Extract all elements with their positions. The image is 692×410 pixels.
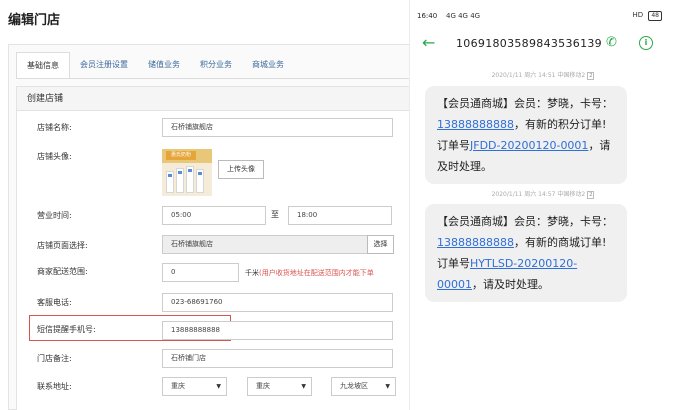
tab-bar: 基础信息 会员注册设置 储值业务 积分业务 商城业务 [16,52,294,79]
province-select[interactable]: 重庆 ▼ [162,377,227,396]
delivery-range-unit: 千米 [245,269,259,277]
province-value: 重庆 [171,382,185,390]
upload-avatar-button[interactable]: 上传头像 [218,160,264,179]
sim-icon: 2 [587,72,595,80]
store-avatar-image: 惠氏奶粉 [162,149,212,196]
district-value: 九龙坡区 [340,382,368,390]
admin-panel: 编辑门店 基础信息 会员注册设置 储值业务 积分业务 商城业务 创建店铺 店铺名… [0,0,410,410]
message-timestamp: 2020/1/11 周六 14:51 中国移动2 2 [410,70,676,80]
store-note-input[interactable]: 石桥铺门店 [162,349,393,368]
phone-screen: 16:40 4G 4G 4G HD 48 ← 10691803589843536… [409,0,675,410]
tab-divider [16,78,410,79]
phone-link[interactable]: 13888888888 [437,236,514,249]
delivery-range-hint: 千米(用户收货地址在配送范围内才能下单 [245,268,374,278]
back-arrow-icon[interactable]: ← [422,34,435,52]
store-avatar-label: 店铺头像: [37,152,72,161]
hours-end-input[interactable]: 18:00 [288,206,392,225]
city-select[interactable]: 重庆 ▼ [247,377,312,396]
signal-icon: 4G 4G 4G [446,12,481,20]
service-phone-label: 客服电话: [37,298,72,307]
battery-icon: 48 [648,11,662,21]
sms-phone-label: 短信提醒手机号: [37,325,96,334]
city-value: 重庆 [256,382,270,390]
hours-start-input[interactable]: 05:00 [162,206,266,225]
chevron-down-icon: ▼ [216,383,221,390]
tab-basic-info[interactable]: 基础信息 [16,52,70,79]
timestamp-text: 2020/1/11 周六 14:57 中国移动2 [491,191,586,198]
tab-stored-value[interactable]: 储值业务 [138,53,190,79]
message-timestamp: 2020/1/11 周六 14:57 中国移动2 2 [410,189,676,199]
chevron-down-icon: ▼ [301,383,306,390]
avatar-tag-text: 惠氏奶粉 [166,151,196,160]
conversation-header: ← 10691803589843536139 ✆ i [410,30,676,58]
timestamp-text: 2020/1/11 周六 14:51 中国移动2 [491,72,586,79]
tab-points[interactable]: 积分业务 [190,53,242,79]
tab-mall[interactable]: 商城业务 [242,53,294,79]
hours-separator: 至 [271,210,279,219]
service-phone-input[interactable]: 023-68691760 [162,293,393,312]
store-name-input[interactable]: 石桥铺旗舰店 [162,118,393,137]
chevron-down-icon: ▼ [385,383,390,390]
info-icon[interactable]: i [639,36,653,50]
order-link[interactable]: JFDD-20200120-0001 [470,139,588,152]
page-select-button[interactable]: 选择 [367,235,394,254]
message-prefix: 【会员通商城】会员：梦晓，卡号： [437,97,613,110]
page-select-input: 石桥铺旗舰店 [162,235,368,254]
message-prefix: 【会员通商城】会员：梦晓，卡号： [437,215,613,228]
business-hours-label: 营业时间: [37,211,72,220]
delivery-range-input[interactable]: 0 [162,263,239,282]
section-title: 创建店铺 [17,87,410,111]
page-title: 编辑门店 [8,13,61,28]
status-right: HD 48 [632,11,662,21]
phone-link[interactable]: 13888888888 [437,118,514,131]
status-bar: 16:40 4G 4G 4G HD 48 [410,0,676,24]
phone-call-icon[interactable]: ✆ [606,35,617,50]
message-bubble[interactable]: 【会员通商城】会员：梦晓，卡号：13888888888，有新的积分订单!订单号J… [425,86,627,184]
sim-icon: 2 [587,191,595,199]
delivery-range-note: (用户收货地址在配送范围内才能下单 [259,269,374,277]
hd-label: HD [632,11,644,19]
sms-phone-input[interactable]: 13888888888 [162,321,393,340]
page-select-label: 店铺页面选择: [37,241,88,250]
delivery-range-label: 商家配送范围: [37,267,88,276]
status-time: 16:40 [417,12,438,20]
store-note-label: 门店备注: [37,354,72,363]
message-suffix: ，请及时处理。 [472,278,549,291]
district-select[interactable]: 九龙坡区 ▼ [331,377,396,396]
message-bubble[interactable]: 【会员通商城】会员：梦晓，卡号：13888888888，有新的商城订单!订单号H… [425,204,627,302]
store-name-label: 店铺名称: [37,123,72,132]
sender-number: 10691803589843536139 [456,37,602,50]
address-label: 联系地址: [37,382,72,391]
tab-member-registration[interactable]: 会员注册设置 [70,53,138,79]
